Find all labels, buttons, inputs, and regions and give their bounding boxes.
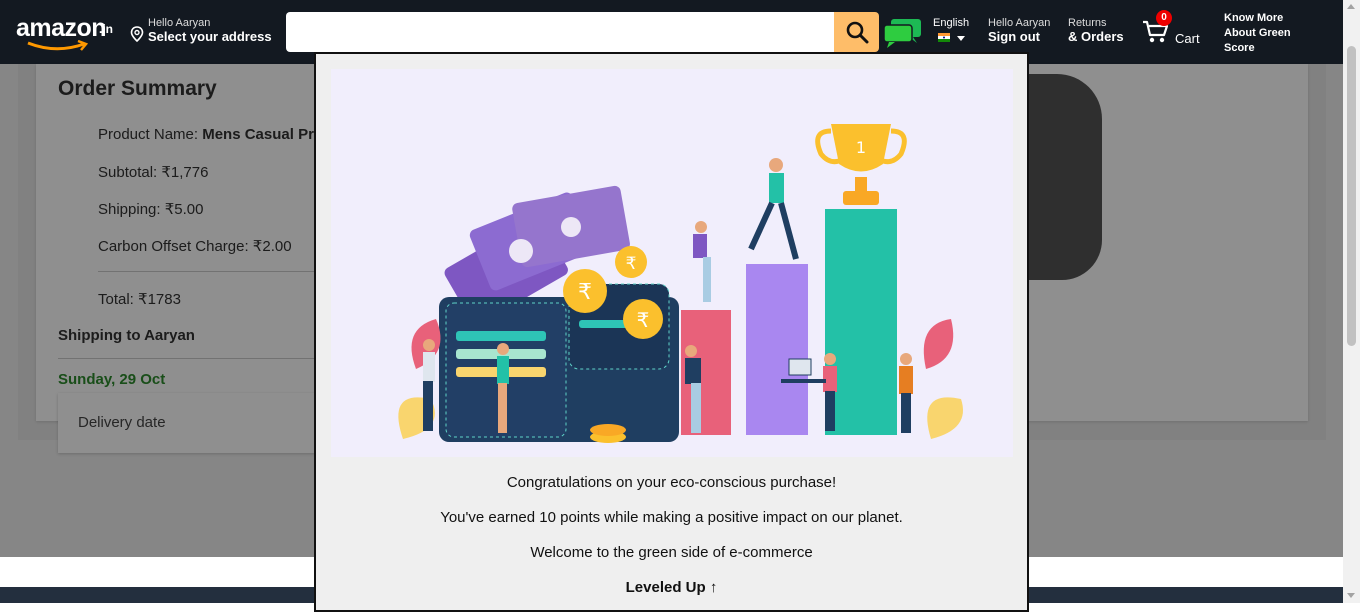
chat-icon[interactable]: [883, 17, 923, 49]
desk: [781, 379, 826, 383]
leaf-icon: [923, 319, 954, 369]
green-score-line-2: About Green: [1224, 27, 1291, 39]
green-score-line-1: Know More: [1224, 12, 1284, 24]
coin-symbol: ₹: [578, 280, 592, 305]
monitor-icon: [788, 358, 812, 376]
search-button[interactable]: [834, 12, 879, 52]
address-action: Select your address: [148, 29, 272, 44]
points-message: You've earned 10 points while making a p…: [440, 509, 903, 526]
orders-label: & Orders: [1068, 29, 1124, 44]
sign-out-link[interactable]: Sign out: [988, 29, 1050, 44]
search-icon: [846, 21, 868, 44]
congrats-message: Congratulations on your eco-conscious pu…: [506, 474, 837, 491]
reward-illustration: ₹ ₹ ₹ 1: [331, 69, 1013, 457]
leaf-icon: [927, 397, 963, 439]
address-greeting: Hello Aaryan: [148, 17, 211, 29]
cart-count-badge: 0: [1156, 10, 1172, 26]
reward-illustration-art: ₹ ₹ ₹ 1: [398, 124, 963, 443]
page-scrollbar[interactable]: [1343, 0, 1360, 603]
language-selector[interactable]: English: [933, 17, 970, 42]
logo-smile-icon: [27, 40, 89, 51]
trophy-number: 1: [856, 138, 866, 157]
level-up-message: Leveled Up ↑: [625, 579, 718, 596]
chevron-down-icon: [957, 36, 965, 41]
returns-label: Returns: [1068, 17, 1107, 29]
green-score-line-3: Score: [1224, 42, 1255, 54]
cart-button[interactable]: 0 Cart: [1142, 10, 1212, 48]
location-pin-icon: [130, 26, 144, 42]
bar-teal: [825, 209, 897, 435]
amazon-logo[interactable]: amazon .in: [14, 12, 118, 52]
india-flag-icon: [938, 33, 950, 42]
scroll-up-icon[interactable]: [1347, 4, 1355, 9]
logo-wordmark: amazon: [16, 14, 107, 42]
reward-modal: ₹ ₹ ₹ 1 Congratulations on your eco-cons…: [314, 52, 1029, 612]
search-input[interactable]: [286, 12, 834, 52]
language-label: English: [933, 17, 970, 29]
coin-symbol: ₹: [626, 254, 637, 274]
account-greeting: Hello Aaryan: [988, 17, 1051, 29]
green-score-link[interactable]: Know More About Green Score: [1224, 11, 1304, 56]
welcome-message: Welcome to the green side of e-commerce: [530, 544, 813, 561]
scroll-down-icon[interactable]: [1347, 593, 1355, 598]
account-menu[interactable]: Hello Aaryan Sign out: [988, 17, 1050, 44]
bar-purple: [746, 264, 808, 435]
scrollbar-thumb[interactable]: [1347, 46, 1356, 346]
cart-label: Cart: [1175, 31, 1200, 46]
coin-symbol: ₹: [637, 308, 650, 332]
returns-orders-link[interactable]: Returns & Orders: [1068, 17, 1124, 44]
logo-tld: .in: [99, 22, 113, 36]
trophy-icon: 1: [815, 124, 907, 205]
